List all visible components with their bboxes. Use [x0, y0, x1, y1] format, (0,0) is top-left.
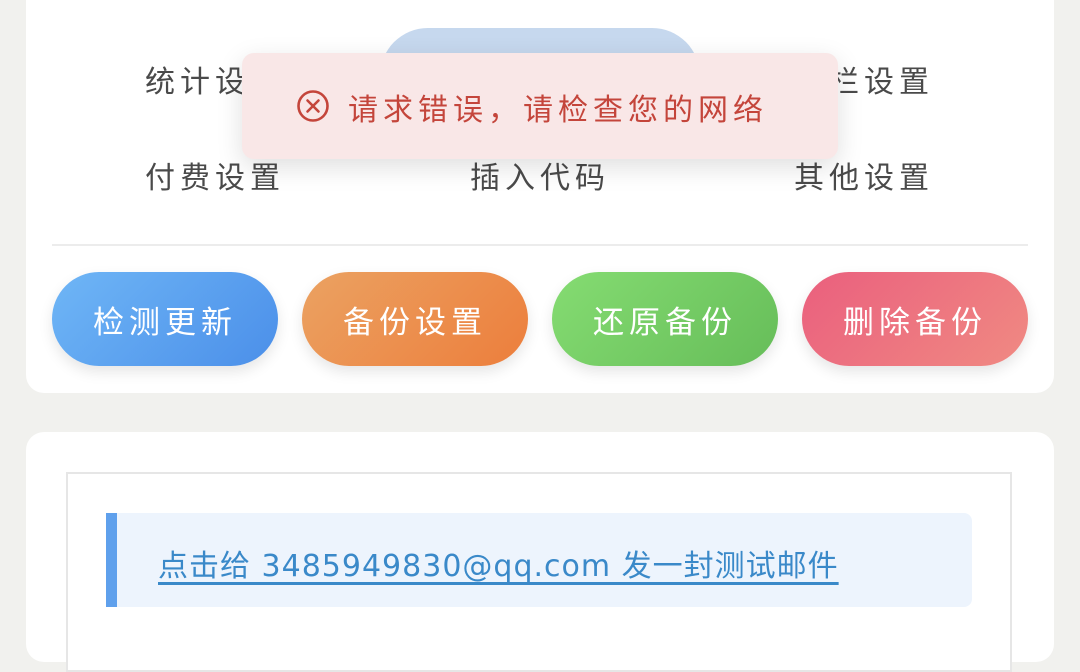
- error-toast: 请求错误，请检查您的网络: [242, 53, 838, 159]
- divider: [52, 244, 1028, 246]
- check-update-button[interactable]: 检测更新: [52, 272, 278, 366]
- nav-item-column-settings[interactable]: 栏设置: [829, 57, 934, 101]
- send-test-email-link[interactable]: 点击给 3485949830@qq.com 发一封测试邮件: [158, 541, 839, 585]
- delete-backup-button[interactable]: 删除备份: [802, 272, 1028, 366]
- nav-item-stats-settings[interactable]: 统计设: [145, 57, 250, 101]
- notice-accent-bar: [106, 513, 117, 607]
- mail-test-notice: 点击给 3485949830@qq.com 发一封测试邮件: [106, 513, 972, 607]
- error-toast-message: 请求错误，请检查您的网络: [348, 93, 768, 128]
- nav-item-other-settings[interactable]: 其他设置: [794, 153, 934, 197]
- nav-item-payment-settings[interactable]: 付费设置: [145, 153, 285, 197]
- restore-backup-button[interactable]: 还原备份: [552, 272, 778, 366]
- error-circle-x-icon: [297, 90, 329, 122]
- backup-settings-button[interactable]: 备份设置: [302, 272, 528, 366]
- nav-item-insert-code[interactable]: 插入代码: [470, 153, 610, 197]
